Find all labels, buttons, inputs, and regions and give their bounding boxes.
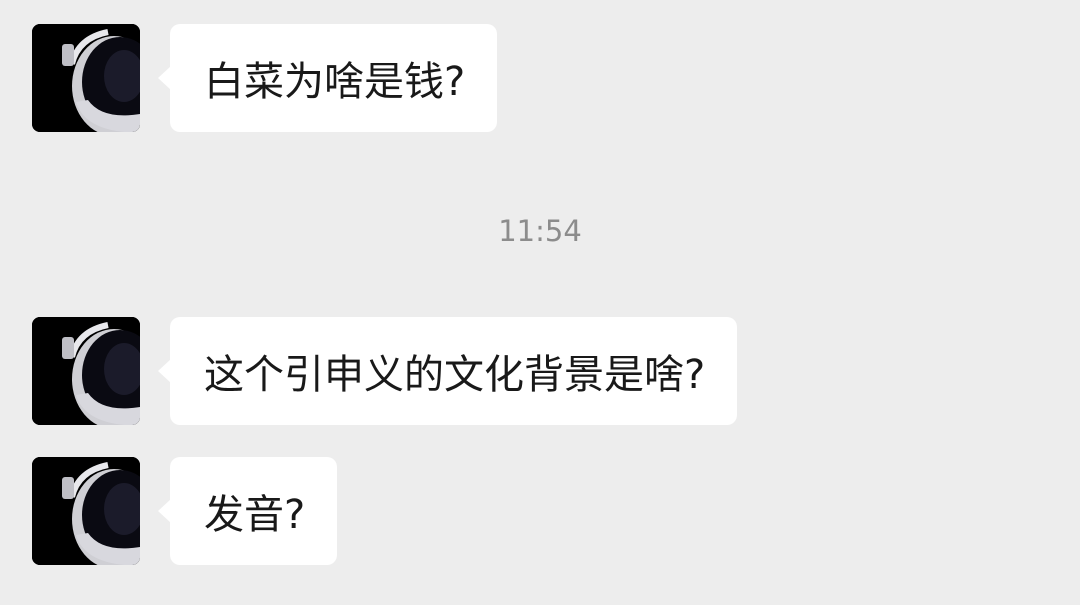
chat-area: 白菜为啥是钱? 11:54 这个引申义的文化背景是啥? 发音? bbox=[0, 0, 1080, 605]
message-text: 发音? bbox=[204, 492, 306, 538]
message-bubble[interactable]: 白菜为啥是钱? bbox=[157, 24, 498, 132]
timestamp: 11:54 bbox=[498, 214, 582, 248]
message-text: 白菜为啥是钱? bbox=[204, 59, 466, 105]
message-row: 白菜为啥是钱? bbox=[32, 24, 498, 132]
message-text: 这个引申义的文化背景是啥? bbox=[204, 352, 706, 398]
astronaut-avatar-icon[interactable] bbox=[32, 457, 140, 565]
message-row: 发音? bbox=[32, 457, 338, 565]
message-row: 这个引申义的文化背景是啥? bbox=[32, 317, 738, 425]
astronaut-avatar-icon[interactable] bbox=[32, 24, 140, 132]
message-bubble[interactable]: 发音? bbox=[157, 457, 338, 565]
message-bubble[interactable]: 这个引申义的文化背景是啥? bbox=[157, 317, 738, 425]
astronaut-avatar-icon[interactable] bbox=[32, 317, 140, 425]
